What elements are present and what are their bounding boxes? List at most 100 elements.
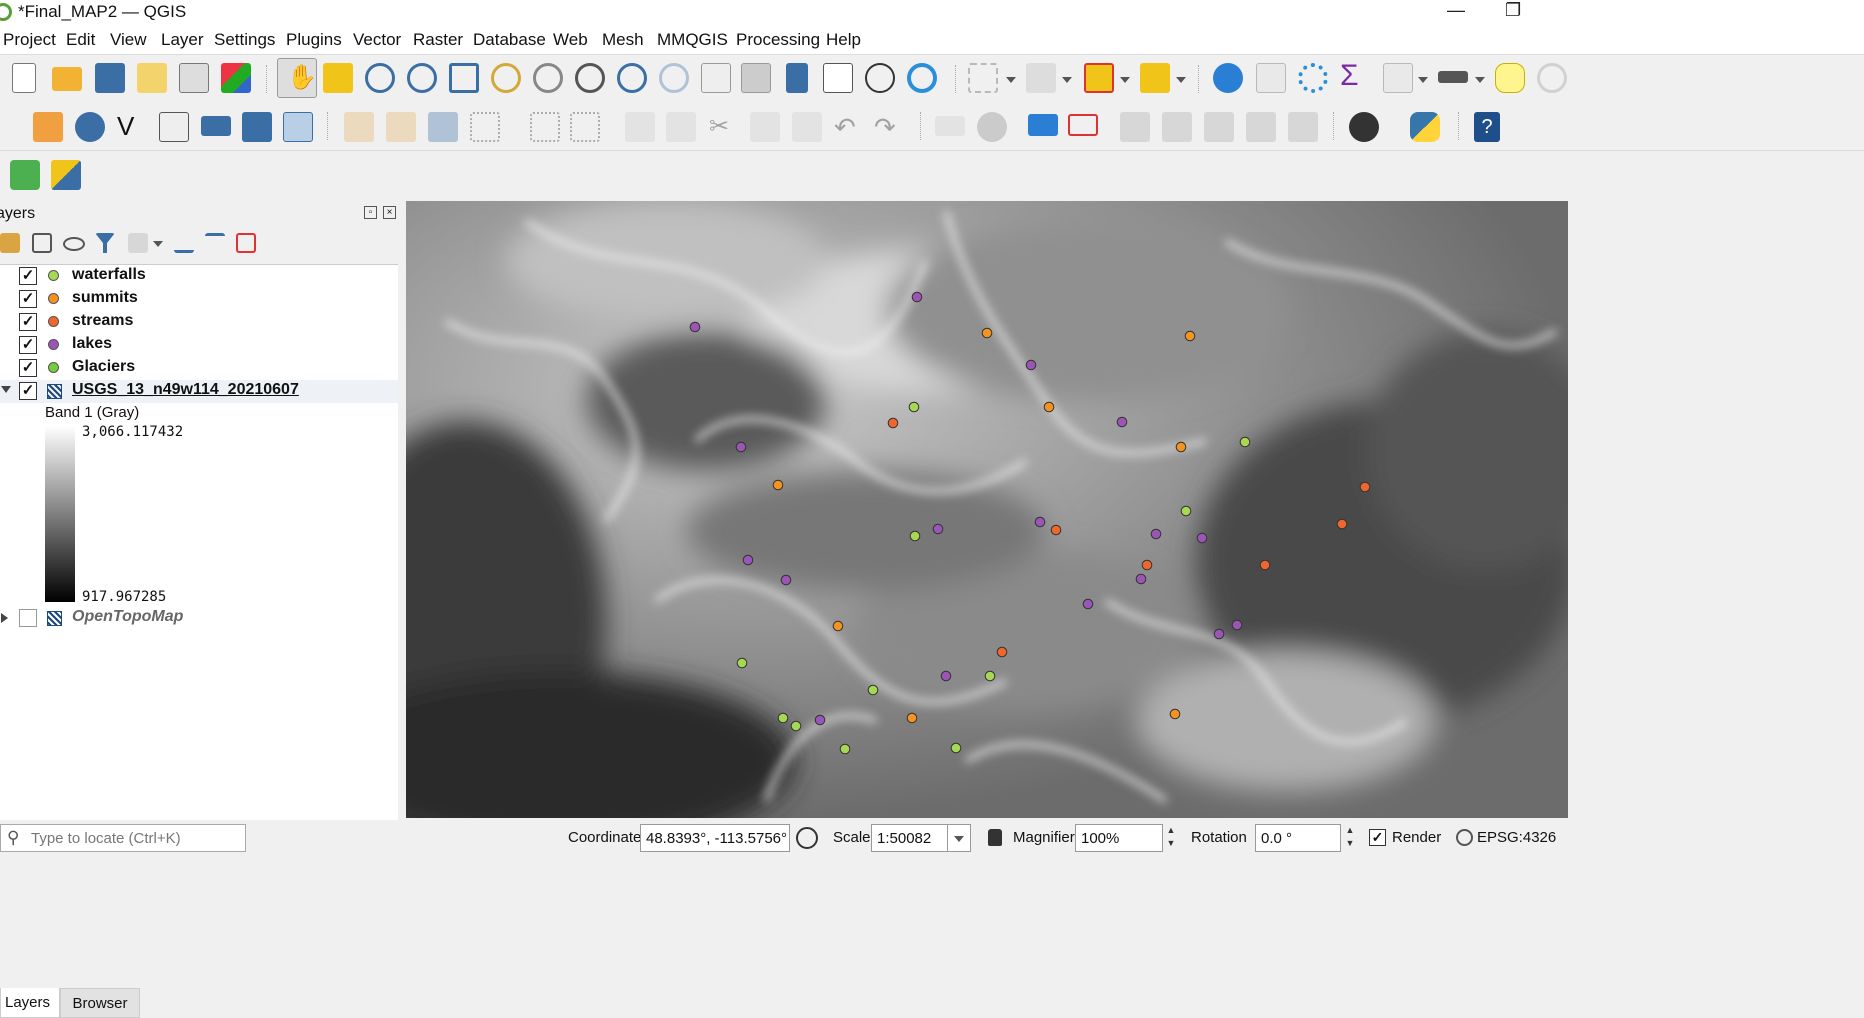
lakes-point[interactable]	[1082, 598, 1094, 610]
temporal-controller-icon[interactable]	[865, 63, 895, 93]
lakes-point[interactable]	[814, 714, 826, 726]
locator-bar[interactable]: ⚲ Type to locate (Ctrl+K)	[0, 824, 246, 852]
waterfalls-point[interactable]	[984, 670, 996, 682]
diagram-tool-icon[interactable]	[977, 112, 1007, 142]
collapse-all-icon[interactable]	[205, 233, 225, 253]
waterfalls-point[interactable]	[909, 530, 921, 542]
restore-button[interactable]: ❐	[1505, 0, 1521, 21]
select-features-icon[interactable]	[968, 63, 998, 93]
menu-database[interactable]: Database	[473, 30, 546, 50]
layer-row-summits[interactable]: ✓ summits	[0, 288, 398, 311]
lakes-point[interactable]	[1196, 532, 1208, 544]
menu-mesh[interactable]: Mesh	[602, 30, 644, 50]
float-panel-button[interactable]: ▫	[364, 206, 377, 219]
streams-point[interactable]	[1259, 559, 1271, 571]
menu-edit[interactable]: Edit	[66, 30, 95, 50]
collapse-arrow-icon[interactable]	[1, 386, 11, 393]
summits-point[interactable]	[1184, 330, 1196, 342]
refresh-icon[interactable]	[907, 63, 937, 93]
filter-by-expression-icon[interactable]	[128, 233, 148, 253]
change-label-icon[interactable]	[1288, 112, 1318, 142]
new-geopackage-layer-icon[interactable]	[75, 112, 105, 142]
scale-dropdown[interactable]	[947, 824, 971, 852]
crs-button[interactable]: EPSG:4326	[1477, 829, 1556, 846]
lakes-point[interactable]	[1025, 359, 1037, 371]
zoom-next-icon[interactable]	[659, 63, 689, 93]
new-shapefile-layer-icon[interactable]: V	[117, 112, 147, 142]
zoom-full-icon[interactable]	[449, 63, 479, 93]
tab-browser[interactable]: Browser	[60, 988, 140, 1018]
new-temp-layer-icon[interactable]	[283, 112, 313, 142]
zoom-last-icon[interactable]	[617, 63, 647, 93]
chevron-down-icon[interactable]	[153, 241, 163, 247]
lakes-point[interactable]	[932, 523, 944, 535]
streams-point[interactable]	[1141, 559, 1153, 571]
render-checkbox[interactable]: ✓	[1369, 829, 1386, 846]
layer-visibility-checkbox[interactable]: ✓	[19, 290, 37, 308]
magnifier-spinner[interactable]: ▲ ▼	[1162, 824, 1180, 852]
pin-label-icon[interactable]	[1120, 112, 1150, 142]
remove-layer-icon[interactable]	[236, 233, 256, 253]
lakes-point[interactable]	[780, 574, 792, 586]
select-by-location-icon[interactable]	[1140, 63, 1170, 93]
layer-visibility-checkbox[interactable]: ✓	[19, 313, 37, 331]
minimize-button[interactable]: —	[1447, 0, 1465, 21]
waterfalls-point[interactable]	[950, 742, 962, 754]
menu-web[interactable]: Web	[553, 30, 588, 50]
menu-vector[interactable]: Vector	[353, 30, 401, 50]
layer-row-streams[interactable]: ✓ streams	[0, 311, 398, 334]
menu-project[interactable]: Project	[3, 30, 56, 50]
waterfalls-point[interactable]	[839, 743, 851, 755]
rotation-spinner[interactable]: ▲ ▼	[1341, 824, 1359, 852]
layer-visibility-checkbox[interactable]: ✓	[19, 359, 37, 377]
menu-layer[interactable]: Layer	[161, 30, 204, 50]
show-hide-label-icon[interactable]	[1162, 112, 1192, 142]
toggle-extents-icon[interactable]	[796, 827, 818, 849]
save-project-icon[interactable]	[95, 63, 125, 93]
chevron-down-icon[interactable]	[1418, 77, 1428, 83]
zoom-in-icon[interactable]	[365, 63, 395, 93]
undo-icon[interactable]: ↶	[834, 112, 864, 142]
new-3d-map-view-icon[interactable]	[741, 63, 771, 93]
coordinate-field[interactable]: 48.8393°, -113.5756°	[640, 824, 790, 852]
streams-point[interactable]	[1336, 518, 1348, 530]
edit-table-icon[interactable]	[625, 112, 655, 142]
lakes-point[interactable]	[1213, 628, 1225, 640]
lakes-point[interactable]	[1034, 516, 1046, 528]
python-console-icon[interactable]	[1410, 112, 1440, 142]
waterfalls-point[interactable]	[867, 684, 879, 696]
search-icon[interactable]	[1537, 63, 1567, 93]
digitize-icon[interactable]	[470, 112, 500, 142]
lakes-point[interactable]	[742, 554, 754, 566]
new-print-layout-icon[interactable]	[137, 63, 167, 93]
lakes-point[interactable]	[911, 291, 923, 303]
style-manager-icon[interactable]	[221, 63, 251, 93]
select-by-value-icon[interactable]	[1026, 63, 1056, 93]
waterfalls-point[interactable]	[1180, 505, 1192, 517]
menu-settings[interactable]: Settings	[214, 30, 275, 50]
summits-point[interactable]	[1169, 708, 1181, 720]
layer-row-glaciers[interactable]: ✓ Glaciers	[0, 357, 398, 380]
open-attribute-table-icon[interactable]	[1256, 63, 1286, 93]
eye-icon[interactable]	[63, 237, 85, 251]
scale-field[interactable]: 1:50082	[871, 824, 949, 852]
open-project-icon[interactable]	[52, 67, 82, 91]
data-source-manager-icon[interactable]	[33, 112, 63, 142]
paste-features-icon[interactable]	[792, 112, 822, 142]
zoom-to-selection-icon[interactable]	[491, 63, 521, 93]
layer-visibility-checkbox[interactable]: ✓	[19, 336, 37, 354]
globe-plugin-icon[interactable]	[1349, 112, 1379, 142]
streams-point[interactable]	[1050, 524, 1062, 536]
attribute-table-icon[interactable]	[1383, 63, 1413, 93]
layer-visibility-checkbox[interactable]: ✓	[19, 267, 37, 285]
layer-row-waterfalls[interactable]: ✓ waterfalls	[0, 265, 398, 288]
waterfalls-point[interactable]	[790, 720, 802, 732]
lakes-point[interactable]	[1135, 573, 1147, 585]
layout-manager-icon[interactable]	[179, 63, 209, 93]
layer-row-lakes[interactable]: ✓ lakes	[0, 334, 398, 357]
locate-plugin-icon[interactable]	[10, 160, 40, 190]
summits-point[interactable]	[906, 712, 918, 724]
label-tool-icon[interactable]	[935, 116, 965, 136]
menu-plugins[interactable]: Plugins	[286, 30, 342, 50]
magnifier-field[interactable]: 100%	[1075, 824, 1163, 852]
